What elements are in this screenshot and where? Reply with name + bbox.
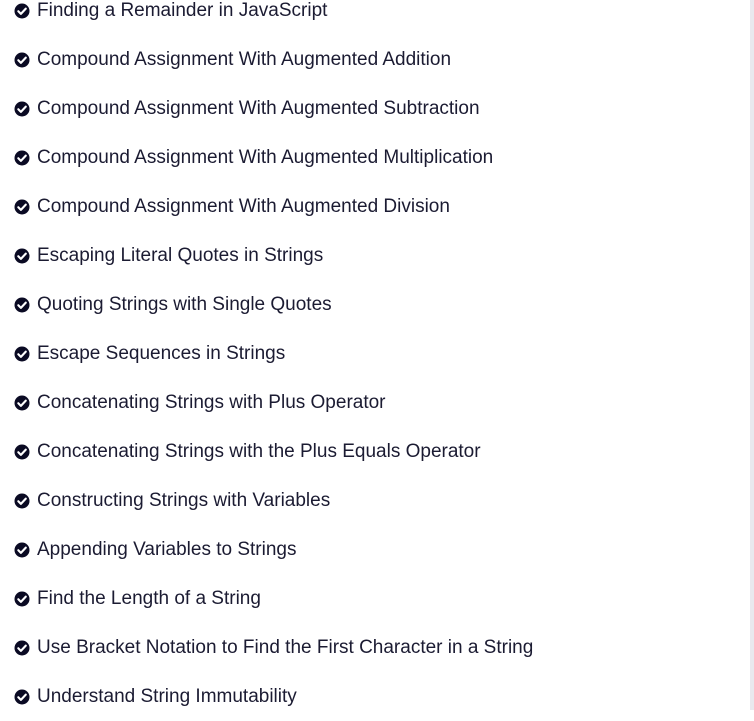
challenge-link[interactable]: Compound Assignment With Augmented Subtr… (37, 97, 480, 121)
check-circle-icon (14, 689, 30, 705)
check-circle-icon-graphic (14, 297, 30, 312)
check-circle-icon-graphic (14, 150, 30, 165)
check-circle-icon (14, 150, 30, 166)
check-circle-icon (14, 542, 30, 558)
challenge-list: Finding a Remainder in JavaScript Compou… (14, 0, 533, 721)
challenge-link[interactable]: Finding a Remainder in JavaScript (37, 0, 327, 23)
challenge-link[interactable]: Understand String Immutability (37, 685, 297, 709)
check-circle-icon-graphic (14, 640, 30, 655)
challenge-item: Finding a Remainder in JavaScript (14, 0, 533, 35)
check-circle-icon (14, 52, 30, 68)
check-circle-icon-graphic (14, 3, 30, 18)
check-circle-icon-graphic (14, 444, 30, 459)
check-circle-icon-graphic (14, 346, 30, 361)
challenge-item: Quoting Strings with Single Quotes (14, 280, 533, 329)
check-circle-icon (14, 199, 30, 215)
challenge-link[interactable]: Constructing Strings with Variables (37, 489, 330, 513)
challenge-item: Compound Assignment With Augmented Divis… (14, 182, 533, 231)
challenge-item: Compound Assignment With Augmented Addit… (14, 35, 533, 84)
check-circle-icon (14, 493, 30, 509)
challenge-item: Escape Sequences in Strings (14, 329, 533, 378)
challenge-link[interactable]: Quoting Strings with Single Quotes (37, 293, 332, 317)
challenge-item: Escaping Literal Quotes in Strings (14, 231, 533, 280)
challenge-item: Compound Assignment With Augmented Multi… (14, 133, 533, 182)
check-circle-icon-graphic (14, 591, 30, 606)
check-circle-icon (14, 395, 30, 411)
challenge-link[interactable]: Concatenating Strings with the Plus Equa… (37, 440, 481, 464)
challenge-item: Appending Variables to Strings (14, 525, 533, 574)
challenge-link[interactable]: Find the Length of a String (37, 587, 261, 611)
scrollbar[interactable] (750, 0, 754, 710)
check-circle-icon (14, 444, 30, 460)
challenge-item: Compound Assignment With Augmented Subtr… (14, 84, 533, 133)
challenge-link[interactable]: Compound Assignment With Augmented Addit… (37, 48, 451, 72)
check-circle-icon-graphic (14, 52, 30, 67)
check-circle-icon-graphic (14, 542, 30, 557)
check-circle-icon-graphic (14, 395, 30, 410)
challenge-item: Concatenating Strings with the Plus Equa… (14, 427, 533, 476)
check-circle-icon (14, 640, 30, 656)
check-circle-icon-graphic (14, 248, 30, 263)
check-circle-icon-graphic (14, 689, 30, 704)
challenge-item: Understand String Immutability (14, 672, 533, 721)
check-circle-icon-graphic (14, 101, 30, 116)
challenge-link[interactable]: Escaping Literal Quotes in Strings (37, 244, 323, 268)
challenge-item: Use Bracket Notation to Find the First C… (14, 623, 533, 672)
check-circle-icon (14, 591, 30, 607)
challenge-item: Constructing Strings with Variables (14, 476, 533, 525)
challenge-link[interactable]: Appending Variables to Strings (37, 538, 296, 562)
check-circle-icon (14, 346, 30, 362)
challenge-link[interactable]: Concatenating Strings with Plus Operator (37, 391, 386, 415)
check-circle-icon-graphic (14, 493, 30, 508)
challenge-link[interactable]: Escape Sequences in Strings (37, 342, 285, 366)
challenge-item: Find the Length of a String (14, 574, 533, 623)
check-circle-icon (14, 101, 30, 117)
challenge-link[interactable]: Compound Assignment With Augmented Divis… (37, 195, 450, 219)
check-circle-icon (14, 3, 30, 19)
challenge-link[interactable]: Compound Assignment With Augmented Multi… (37, 146, 493, 170)
check-circle-icon-graphic (14, 199, 30, 214)
challenge-link[interactable]: Use Bracket Notation to Find the First C… (37, 636, 533, 660)
challenge-item: Concatenating Strings with Plus Operator (14, 378, 533, 427)
check-circle-icon (14, 297, 30, 313)
check-circle-icon (14, 248, 30, 264)
